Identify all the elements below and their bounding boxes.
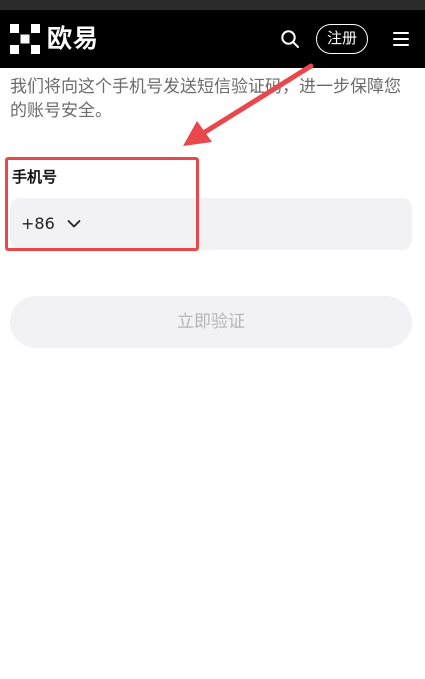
status-bar (0, 0, 425, 10)
brand-name: 欧易 (47, 24, 100, 53)
search-button[interactable] (279, 28, 301, 50)
phone-number-input[interactable] (100, 198, 400, 250)
country-code-selector[interactable]: +86 (21, 212, 81, 236)
menu-button[interactable] (391, 29, 411, 49)
chevron-down-icon (67, 220, 81, 228)
phone-number-field: +86 (10, 198, 412, 250)
verify-now-button[interactable]: 立即验证 (10, 296, 412, 348)
country-code-value: +86 (21, 214, 55, 233)
search-icon (281, 30, 299, 48)
okx-logo-icon (10, 24, 40, 54)
hamburger-menu-icon (393, 32, 409, 46)
verification-description: 我们将向这个手机号发送短信验证码，进一步保障您的账号安全。 (10, 77, 401, 121)
top-navigation-bar: 欧易 注册 (0, 10, 425, 68)
brand-logo[interactable]: 欧易 (10, 24, 99, 54)
phone-number-label: 手机号 (12, 168, 58, 186)
register-button[interactable]: 注册 (316, 24, 368, 54)
